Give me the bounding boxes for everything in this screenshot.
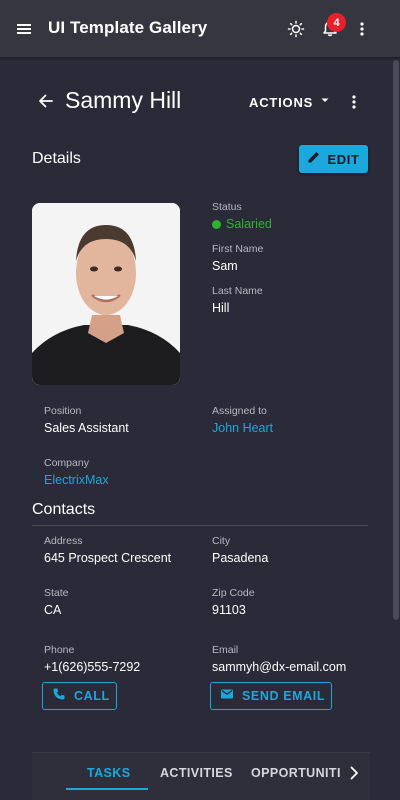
call-label: CALL [74, 689, 110, 703]
zip-code-value: 91103 [212, 603, 246, 617]
menu-icon[interactable] [14, 19, 34, 39]
send-email-label: SEND EMAIL [242, 689, 326, 703]
chevron-right-icon[interactable] [344, 763, 364, 783]
company-link[interactable]: ElectrixMax [44, 473, 109, 487]
company-label: Company [44, 457, 89, 469]
assigned-to-label: Assigned to [212, 405, 267, 417]
more-vertical-icon[interactable] [352, 19, 372, 39]
position-label: Position [44, 405, 82, 417]
assigned-to-link[interactable]: John Heart [212, 421, 273, 435]
employee-photo [32, 203, 180, 385]
notification-badge: 4 [327, 13, 346, 32]
arrow-back-icon[interactable] [36, 91, 56, 111]
status-label: Status [212, 201, 242, 213]
page-title: Sammy Hill [65, 87, 182, 113]
tab-active-indicator [66, 788, 148, 790]
city-value: Pasadena [212, 551, 269, 565]
send-email-button[interactable]: SEND EMAIL [210, 682, 332, 710]
edit-label: EDIT [327, 151, 360, 167]
app-title: UI Template Gallery [48, 18, 208, 37]
tab-activities[interactable]: ACTIVITIES [160, 766, 233, 780]
status-indicator: Salaried [212, 217, 272, 231]
last-name-value: Hill [212, 301, 230, 315]
first-name-value: Sam [212, 259, 238, 273]
actions-dropdown-button[interactable]: ACTIONS [249, 92, 331, 112]
envelope-icon [220, 687, 234, 706]
city-label: City [212, 535, 231, 547]
tab-overflow-clip: OPPORTUNITIES [250, 753, 340, 800]
contacts-heading: Contacts [32, 501, 96, 518]
status-dot [212, 219, 221, 229]
status-value: Salaried [226, 217, 272, 231]
details-heading: Details [32, 150, 81, 167]
more-vertical-icon[interactable] [345, 92, 363, 112]
call-button[interactable]: CALL [42, 682, 117, 710]
sun-icon[interactable] [286, 19, 306, 39]
edit-button[interactable]: EDIT [299, 145, 368, 173]
address-value: 645 Prospect Crescent [44, 551, 172, 565]
state-label: State [44, 587, 69, 599]
position-value: Sales Assistant [44, 421, 129, 435]
address-label: Address [44, 535, 83, 547]
caret-down-icon [319, 93, 331, 111]
scrollbar-thumb[interactable] [393, 60, 399, 620]
state-value: CA [44, 603, 62, 617]
last-name-label: Last Name [212, 285, 263, 297]
tab-opportunities[interactable]: OPPORTUNITIES [251, 766, 340, 780]
pencil-icon [307, 150, 321, 169]
phone-value: +1(626)555-7292 [44, 660, 141, 674]
email-label: Email [212, 644, 239, 656]
email-value: sammyh@dx-email.com [212, 660, 347, 674]
phone-icon [52, 687, 66, 706]
app-toolbar: UI Template Gallery 4 [0, 0, 400, 57]
tab-tasks[interactable]: TASKS [87, 766, 130, 780]
actions-label: ACTIONS [249, 94, 314, 110]
phone-label: Phone [44, 644, 75, 656]
contacts-divider [32, 525, 368, 526]
related-tabs: TASKS ACTIVITIES OPPORTUNITIES [32, 752, 370, 800]
first-name-label: First Name [212, 243, 264, 255]
zip-code-label: Zip Code [212, 587, 255, 599]
